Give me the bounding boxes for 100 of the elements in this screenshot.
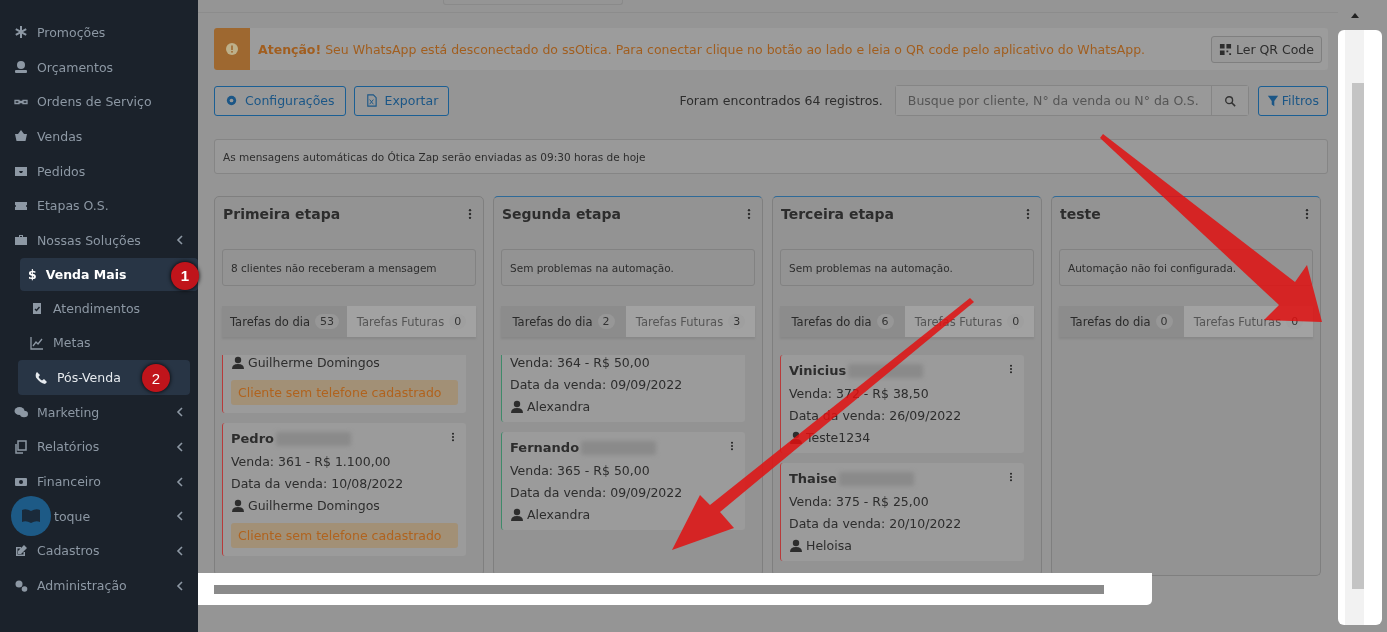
automation-status: Sem problemas na automação. (780, 249, 1034, 286)
customer-name: Thaise (789, 471, 837, 486)
search-icon (1223, 94, 1236, 107)
tab[interactable]: Tarefas do dia 2 (501, 306, 626, 337)
automation-status: 8 clientes não receberam a mensagem (222, 249, 476, 286)
spreadsheet-file-icon (364, 94, 378, 107)
scrollbar-thumb[interactable] (214, 584, 1104, 594)
glasses-icon (14, 98, 28, 105)
chevron-icon (176, 407, 184, 418)
count-badge: 0 (449, 314, 467, 329)
qr-code-button[interactable]: Ler QR Code (1210, 35, 1322, 63)
column-title: Segunda etapa (502, 206, 621, 222)
sidebar-item[interactable]: Ordens de Serviço (0, 84, 198, 120)
warning-icon (226, 43, 238, 55)
sale-info: Venda: 364 - R$ 50,00 (510, 355, 651, 370)
warning-message: Cliente sem telefone cadastrado (231, 523, 458, 548)
filter-icon (1266, 94, 1279, 107)
help-button[interactable] (11, 496, 51, 537)
automation-status: Sem problemas na automação. (501, 249, 755, 286)
tab[interactable]: Tarefas do dia 53 (222, 306, 347, 337)
dollar-icon: $ (28, 266, 37, 282)
sidebar-item[interactable]: Relatórios (0, 429, 198, 465)
alert-message: Atenção! Seu WhatsApp está desconectado do ssOtica. Para conectar clique no botão ao lado e leia o QR code pelo aplicativo do WhatsApp. (257, 41, 1147, 57)
sale-info: Venda: 361 - R$ 1.100,00 (231, 454, 392, 469)
result-count: Foram encontrados 64 registros. (679, 93, 883, 108)
count-badge: 2 (597, 314, 615, 329)
sidebar-item[interactable]: Atendimentos (0, 290, 198, 326)
seller-name: Teste1234 (806, 430, 871, 445)
sale-date: Data da venda: 09/09/2022 (510, 485, 684, 500)
sidebar-item[interactable]: Marketing (0, 394, 198, 430)
search-field[interactable]: Busque por cliente, N° da venda ou N° da O.S. (894, 85, 1249, 116)
settings-button[interactable]: Configurações (214, 85, 346, 116)
count-badge: 6 (876, 314, 894, 329)
customer-name: Vinicius (789, 363, 847, 378)
info-message: As mensagens automáticas do Ótica Zap serão enviadas as 09:30 horas de hoje (214, 139, 1328, 174)
column-title: Terceira etapa (781, 206, 894, 222)
count-badge: 53 (315, 314, 339, 329)
chevron-icon (176, 476, 184, 487)
sidebar-item[interactable]: Nossas Soluções (0, 223, 198, 258)
tab[interactable]: Tarefas do dia 0 (1059, 306, 1184, 337)
briefcase-icon (14, 233, 28, 248)
chevron-icon (176, 580, 184, 591)
task-card[interactable]: Venda: 364 - R$ 50,00 Data da venda: 09/09/2022 Alexandra (501, 355, 745, 422)
task-card[interactable]: Fernando Venda: 365 - R$ 50,00 Data da venda: 09/09/2022 Alexandra (501, 432, 745, 530)
copy-icon (14, 439, 28, 454)
scroll-up-icon[interactable] (1351, 12, 1359, 18)
task-card[interactable]: Pedro Venda: 361 - R$ 1.100,00 Data da venda: 10/08/2022 Guilherme Domingos Cliente sem telefone cadastrado (222, 423, 466, 556)
task-card[interactable]: Thaise Venda: 375 - R$ 25,00 Data da venda: 20/10/2022 Heloisa (780, 463, 1024, 561)
scrollbar-thumb[interactable] (1352, 83, 1364, 589)
gear-icon (225, 94, 238, 107)
user-icon (510, 399, 524, 414)
filter-button[interactable]: Filtros (1257, 85, 1328, 116)
column-title: Primeira etapa (223, 206, 341, 222)
book-icon (20, 507, 42, 526)
seller-name: Guilherme Domingos (248, 355, 380, 370)
sidebar-item[interactable]: Pedidos (0, 153, 198, 189)
sidebar-item[interactable]: $ Venda Mais 1 (20, 257, 198, 291)
tab[interactable]: Tarefas Futuras 3 (626, 306, 755, 337)
sale-date: Data da venda: 09/09/2022 (510, 377, 684, 392)
line-chart-icon (30, 335, 44, 350)
sidebar-item[interactable]: Orçamentos (0, 49, 198, 85)
sidebar-item[interactable]: Promoções (0, 15, 198, 50)
basket-icon (14, 129, 28, 144)
seller-name: Heloisa (806, 538, 852, 553)
seller-name: Alexandra (527, 507, 591, 522)
customer-name: Pedro (231, 431, 274, 446)
seller-name: Guilherme Domingos (248, 498, 380, 513)
sidebar-item[interactable]: Vendas (0, 119, 198, 154)
user-icon (231, 498, 245, 513)
chat-bubbles-icon (14, 405, 28, 420)
sidebar-item[interactable]: Etapas O.S. (0, 188, 198, 224)
warning-message: Cliente sem telefone cadastrado (231, 380, 458, 405)
sidebar-item[interactable]: Metas (0, 325, 198, 361)
user-icon (510, 507, 524, 522)
step-badge: 1 (171, 261, 199, 290)
qr-code-icon (1218, 42, 1232, 56)
sale-info: Venda: 375 - R$ 25,00 (789, 494, 930, 509)
count-badge: 3 (728, 314, 746, 329)
sale-info: Venda: 365 - R$ 50,00 (510, 463, 651, 478)
chevron-icon (176, 545, 184, 556)
task-card[interactable]: Guilherme Domingos Cliente sem telefone cadastrado (222, 355, 466, 413)
phone-icon (34, 370, 48, 385)
sidebar-item[interactable]: Financeiro (0, 464, 198, 499)
user-icon (789, 538, 803, 553)
chevron-icon (176, 441, 184, 452)
tab[interactable]: Tarefas do dia 6 (780, 306, 905, 337)
step-badge: 2 (142, 364, 170, 393)
column-title: teste (1060, 206, 1101, 222)
chevron-icon (176, 235, 184, 246)
chevron-icon (176, 511, 184, 522)
sale-date: Data da venda: 10/08/2022 (231, 476, 405, 491)
edit-icon (14, 543, 28, 558)
count-badge: 0 (1155, 314, 1173, 329)
sale-date: Data da venda: 20/10/2022 (789, 516, 963, 531)
sidebar-item[interactable]: Cadastros (0, 533, 198, 569)
sidebar-item[interactable]: toque (0, 498, 198, 534)
tab[interactable]: Tarefas Futuras 0 (347, 306, 476, 337)
clipboard-check-icon (30, 301, 44, 316)
sidebar-item[interactable]: Administração (0, 568, 198, 603)
sidebar-item[interactable]: Pós-Venda 2 (18, 360, 190, 395)
